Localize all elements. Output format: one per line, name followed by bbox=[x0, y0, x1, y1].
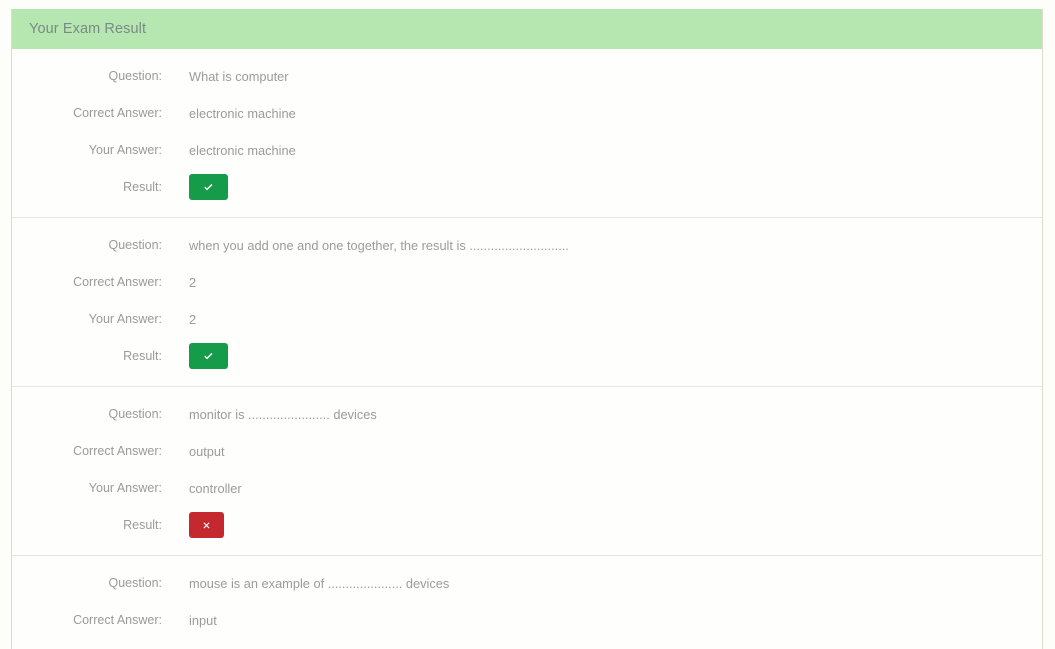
correct-answer-label: Correct Answer: bbox=[73, 444, 162, 458]
your-answer-value: input bbox=[162, 640, 1042, 649]
question-label: Question: bbox=[108, 69, 162, 83]
result-badge-wrong bbox=[189, 512, 224, 538]
check-icon bbox=[202, 350, 215, 363]
correct-answer-label: Correct Answer: bbox=[73, 106, 162, 120]
result-row-correct-answer: Correct Answer: 2 bbox=[12, 265, 1042, 302]
question-value: mouse is an example of .................… bbox=[189, 576, 450, 591]
result-label: Result: bbox=[123, 349, 162, 363]
correct-answer-value: output bbox=[189, 444, 225, 459]
result-row-question: Question: mouse is an example of ........… bbox=[12, 566, 1042, 603]
panel-header: Your Exam Result bbox=[12, 9, 1042, 49]
panel-body: Question: What is computer Correct Answer:… bbox=[12, 49, 1042, 649]
page-title: Your Exam Result bbox=[29, 21, 147, 37]
result-row-result: Result: bbox=[12, 170, 1042, 207]
correct-answer-value: electronic machine bbox=[189, 106, 296, 121]
question-value: when you add one and one together, the r… bbox=[189, 238, 569, 253]
question-block: Question: monitor is ....................… bbox=[12, 387, 1042, 556]
result-value bbox=[162, 508, 1042, 538]
your-answer-label: Your Answer: bbox=[88, 481, 162, 495]
result-row-result: Result: bbox=[12, 508, 1042, 545]
result-row-your-answer: Your Answer: 2 bbox=[12, 302, 1042, 339]
check-icon bbox=[202, 181, 215, 194]
question-block: Question: mouse is an example of ........… bbox=[12, 556, 1042, 649]
result-row-correct-answer: Correct Answer: electronic machine bbox=[12, 96, 1042, 133]
result-label: Result: bbox=[123, 180, 162, 194]
your-answer-value: controller bbox=[189, 481, 242, 496]
result-row-result: Result: bbox=[12, 339, 1042, 376]
cross-icon bbox=[201, 520, 212, 531]
your-answer-value: 2 bbox=[189, 312, 197, 327]
question-block: Question: What is computer Correct Answer:… bbox=[12, 49, 1042, 218]
your-answer-label: Your Answer: bbox=[88, 143, 162, 157]
your-answer-label: Your Answer: bbox=[88, 312, 162, 326]
result-row-question: Question: monitor is ....................… bbox=[12, 397, 1042, 434]
result-row-your-answer: Your Answer: controller bbox=[12, 471, 1042, 508]
correct-answer-value: input bbox=[189, 613, 217, 628]
question-label: Question: bbox=[108, 407, 162, 421]
result-row-your-answer: Your Answer: electronic machine bbox=[12, 133, 1042, 170]
result-row-your-answer: Your Answer:input bbox=[12, 640, 1042, 649]
exam-result-panel: Your Exam Result Question: What is comput… bbox=[11, 9, 1043, 649]
question-label: Question: bbox=[108, 238, 162, 252]
result-value bbox=[162, 339, 1042, 369]
result-badge-correct bbox=[189, 174, 228, 200]
exam-result-page: Your Exam Result Question: What is comput… bbox=[0, 0, 1055, 649]
result-badge-correct bbox=[189, 343, 228, 369]
correct-answer-label: Correct Answer: bbox=[73, 613, 162, 627]
correct-answer-value: 2 bbox=[189, 275, 197, 290]
result-row-question: Question: when you add one and one togeth… bbox=[12, 228, 1042, 265]
question-block: Question: when you add one and one togeth… bbox=[12, 218, 1042, 387]
result-label: Result: bbox=[123, 518, 162, 532]
question-value: What is computer bbox=[189, 69, 289, 84]
correct-answer-label: Correct Answer: bbox=[73, 275, 162, 289]
result-row-correct-answer: Correct Answer: output bbox=[12, 434, 1042, 471]
result-row-question: Question: What is computer bbox=[12, 59, 1042, 96]
your-answer-label: Your Answer: bbox=[12, 640, 162, 649]
your-answer-value: electronic machine bbox=[189, 143, 296, 158]
question-value: monitor is ....................... devic… bbox=[189, 407, 377, 422]
question-label: Question: bbox=[108, 576, 162, 590]
result-row-correct-answer: Correct Answer: input bbox=[12, 603, 1042, 640]
result-value bbox=[162, 170, 1042, 200]
